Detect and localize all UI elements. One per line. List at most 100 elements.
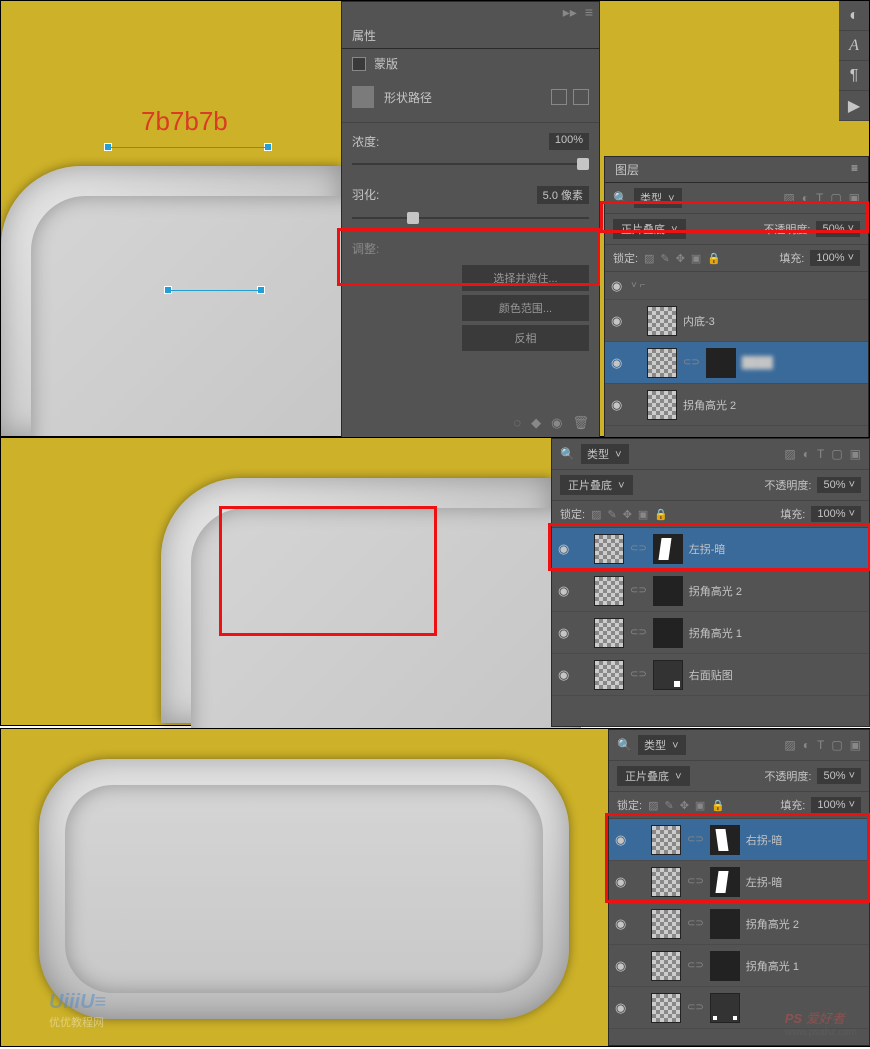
load-selection-icon[interactable]: ◌ [513, 415, 521, 431]
filter-kind-dropdown[interactable]: 类型 ˅ [581, 444, 629, 464]
filter-shape-icon[interactable]: ▢ [831, 738, 842, 752]
layer-thumbnail [651, 951, 681, 981]
visibility-icon[interactable]: ◉ [558, 583, 572, 599]
pixel-mask-icon[interactable] [551, 89, 567, 105]
lock-pixels-icon[interactable]: ▨ [648, 799, 658, 812]
filter-smart-icon[interactable]: ▣ [850, 447, 861, 461]
lock-all-icon[interactable]: 🔒 [707, 252, 721, 265]
filter-adjustment-icon[interactable]: ◐ [803, 447, 810, 461]
invert-button[interactable]: 反相 [462, 325, 589, 351]
visibility-icon[interactable]: ◉ [615, 1000, 629, 1016]
apply-mask-icon[interactable]: ◆ [531, 415, 541, 431]
filter-type-icon[interactable]: T [817, 738, 824, 752]
lock-pixels-icon[interactable]: ▨ [644, 252, 654, 265]
lock-pixels-icon[interactable]: ▨ [591, 508, 601, 521]
layers-tab[interactable]: 图层 [615, 161, 639, 178]
layer-name[interactable]: 拐角高光 1 [689, 625, 742, 641]
link-icon[interactable]: ⊂⊃ [630, 669, 647, 680]
opacity-value[interactable]: 50% ˅ [817, 477, 861, 493]
lock-move-icon[interactable]: ✥ [680, 799, 689, 812]
feather-label: 羽化: [352, 186, 379, 204]
layer-name[interactable]: ████ [742, 357, 773, 369]
layer-name[interactable]: 拐角高光 2 [689, 583, 742, 599]
density-slider[interactable] [352, 156, 589, 172]
panel-menu-icon[interactable]: ≡ [851, 161, 858, 178]
layer-name[interactable]: 拐角高光 1 [746, 958, 799, 974]
layer-row[interactable]: ◉ 拐角高光 2 [605, 384, 868, 426]
filter-smart-icon[interactable]: ▣ [850, 738, 861, 752]
link-icon[interactable]: ⊂⊃ [687, 1002, 704, 1013]
mask-type-icon[interactable] [352, 57, 366, 71]
blend-mode-dropdown[interactable]: 正片叠底 ˅ [617, 766, 690, 786]
fill-value[interactable]: 100% ˅ [811, 797, 861, 813]
properties-tab[interactable]: 属性 [352, 27, 376, 44]
visibility-icon[interactable]: ◉ [611, 397, 625, 413]
filter-image-icon[interactable]: ▨ [784, 447, 795, 461]
search-icon[interactable]: 🔍 [560, 447, 575, 461]
link-icon[interactable]: ⊂⊃ [687, 960, 704, 971]
filter-shape-icon[interactable]: ▢ [831, 447, 842, 461]
layer-name[interactable]: 拐角高光 2 [683, 397, 736, 413]
layer-name[interactable]: 内底-3 [683, 313, 715, 329]
link-icon[interactable]: ⊂⊃ [687, 918, 704, 929]
eye-icon[interactable]: ◉ [551, 415, 562, 431]
fill-value[interactable]: 100% ˅ [810, 250, 860, 266]
visibility-icon[interactable]: ◉ [611, 355, 625, 371]
lock-artboard-icon[interactable]: ▣ [638, 508, 648, 521]
screenshot-section-2: 🔍 类型 ˅ ▨ ◐ T ▢ ▣ 正片叠底 ˅ 不透明度: 50% ˅ 锁定: … [0, 437, 870, 726]
lock-brush-icon[interactable]: ✎ [660, 252, 669, 265]
lock-move-icon[interactable]: ✥ [623, 508, 632, 521]
lock-brush-icon[interactable]: ✎ [664, 799, 673, 812]
canvas-metal-shape [1, 166, 341, 436]
lock-brush-icon[interactable]: ✎ [607, 508, 616, 521]
layer-row[interactable]: ◉ 内底-3 [605, 300, 868, 342]
link-icon[interactable]: ⊂⊃ [683, 357, 700, 368]
blend-mode-dropdown[interactable]: 正片叠底 ˅ [560, 475, 633, 495]
panel-flyout[interactable]: ▸▸ ≡ [342, 2, 599, 23]
lock-all-icon[interactable]: 🔒 [711, 799, 725, 812]
feather-slider[interactable] [352, 210, 589, 226]
lock-move-icon[interactable]: ✥ [676, 252, 685, 265]
layer-row[interactable]: ◉ ⊂⊃ 拐角高光 1 [552, 612, 869, 654]
visibility-icon[interactable]: ◉ [558, 625, 572, 641]
layer-row[interactable]: ◉ ⊂⊃ 拐角高光 1 [609, 945, 869, 987]
layer-row[interactable]: ◉ ⊂⊃ 拐角高光 2 [609, 903, 869, 945]
filter-type-icon[interactable]: T [817, 447, 824, 461]
type-icon[interactable]: A [839, 31, 869, 61]
opacity-value[interactable]: 50% ˅ [817, 768, 861, 784]
lock-artboard-icon[interactable]: ▣ [691, 252, 701, 265]
visibility-icon[interactable]: ◉ [615, 916, 629, 932]
shape-thumbnail [352, 86, 374, 108]
visibility-icon[interactable]: ◉ [611, 278, 625, 294]
link-icon[interactable]: ⊂⊃ [630, 585, 647, 596]
filter-adjustment-icon[interactable]: ◐ [803, 738, 810, 752]
color-picker-icon[interactable]: ◐ [839, 1, 869, 31]
paragraph-icon[interactable]: ¶ [839, 61, 869, 91]
filter-image-icon[interactable]: ▨ [784, 738, 795, 752]
color-range-button[interactable]: 颜色范围... [462, 295, 589, 321]
play-icon[interactable]: ▶ [839, 91, 869, 121]
vector-mask-icon[interactable] [573, 89, 589, 105]
layer-name[interactable]: 拐角高光 2 [746, 916, 799, 932]
layer-row[interactable]: ◉ ⊂⊃ 拐角高光 2 [552, 570, 869, 612]
trash-icon[interactable]: 🗑 [572, 415, 589, 431]
mask-thumbnail [710, 993, 740, 1023]
layer-name[interactable]: 右面贴图 [689, 667, 733, 683]
visibility-icon[interactable]: ◉ [615, 958, 629, 974]
layer-row[interactable]: ◉ ˅ ⌐ [605, 272, 868, 300]
search-icon[interactable]: 🔍 [617, 738, 632, 752]
layer-row[interactable]: ◉ ⊂⊃ 右面贴图 [552, 654, 869, 696]
layer-row[interactable]: ◉ ⊂⊃ ████ [605, 342, 868, 384]
bezier-path [109, 147, 266, 148]
lock-all-icon[interactable]: 🔒 [654, 508, 668, 521]
layers-panel: 图层 ≡ 🔍 类型 ˅ ▨ ◐ T ▢ ▣ 正片叠底 ˅ 不透明度: 50% ˅… [604, 156, 869, 438]
visibility-icon[interactable]: ◉ [558, 667, 572, 683]
link-icon[interactable]: ⊂⊃ [630, 627, 647, 638]
fill-value[interactable]: 100% ˅ [811, 506, 861, 522]
feather-value[interactable]: 5.0 像素 [537, 186, 589, 204]
lock-artboard-icon[interactable]: ▣ [695, 799, 705, 812]
filter-kind-dropdown[interactable]: 类型 ˅ [638, 735, 686, 755]
visibility-icon[interactable]: ◉ [611, 313, 625, 329]
layer-thumbnail [651, 909, 681, 939]
density-value[interactable]: 100% [549, 133, 589, 150]
